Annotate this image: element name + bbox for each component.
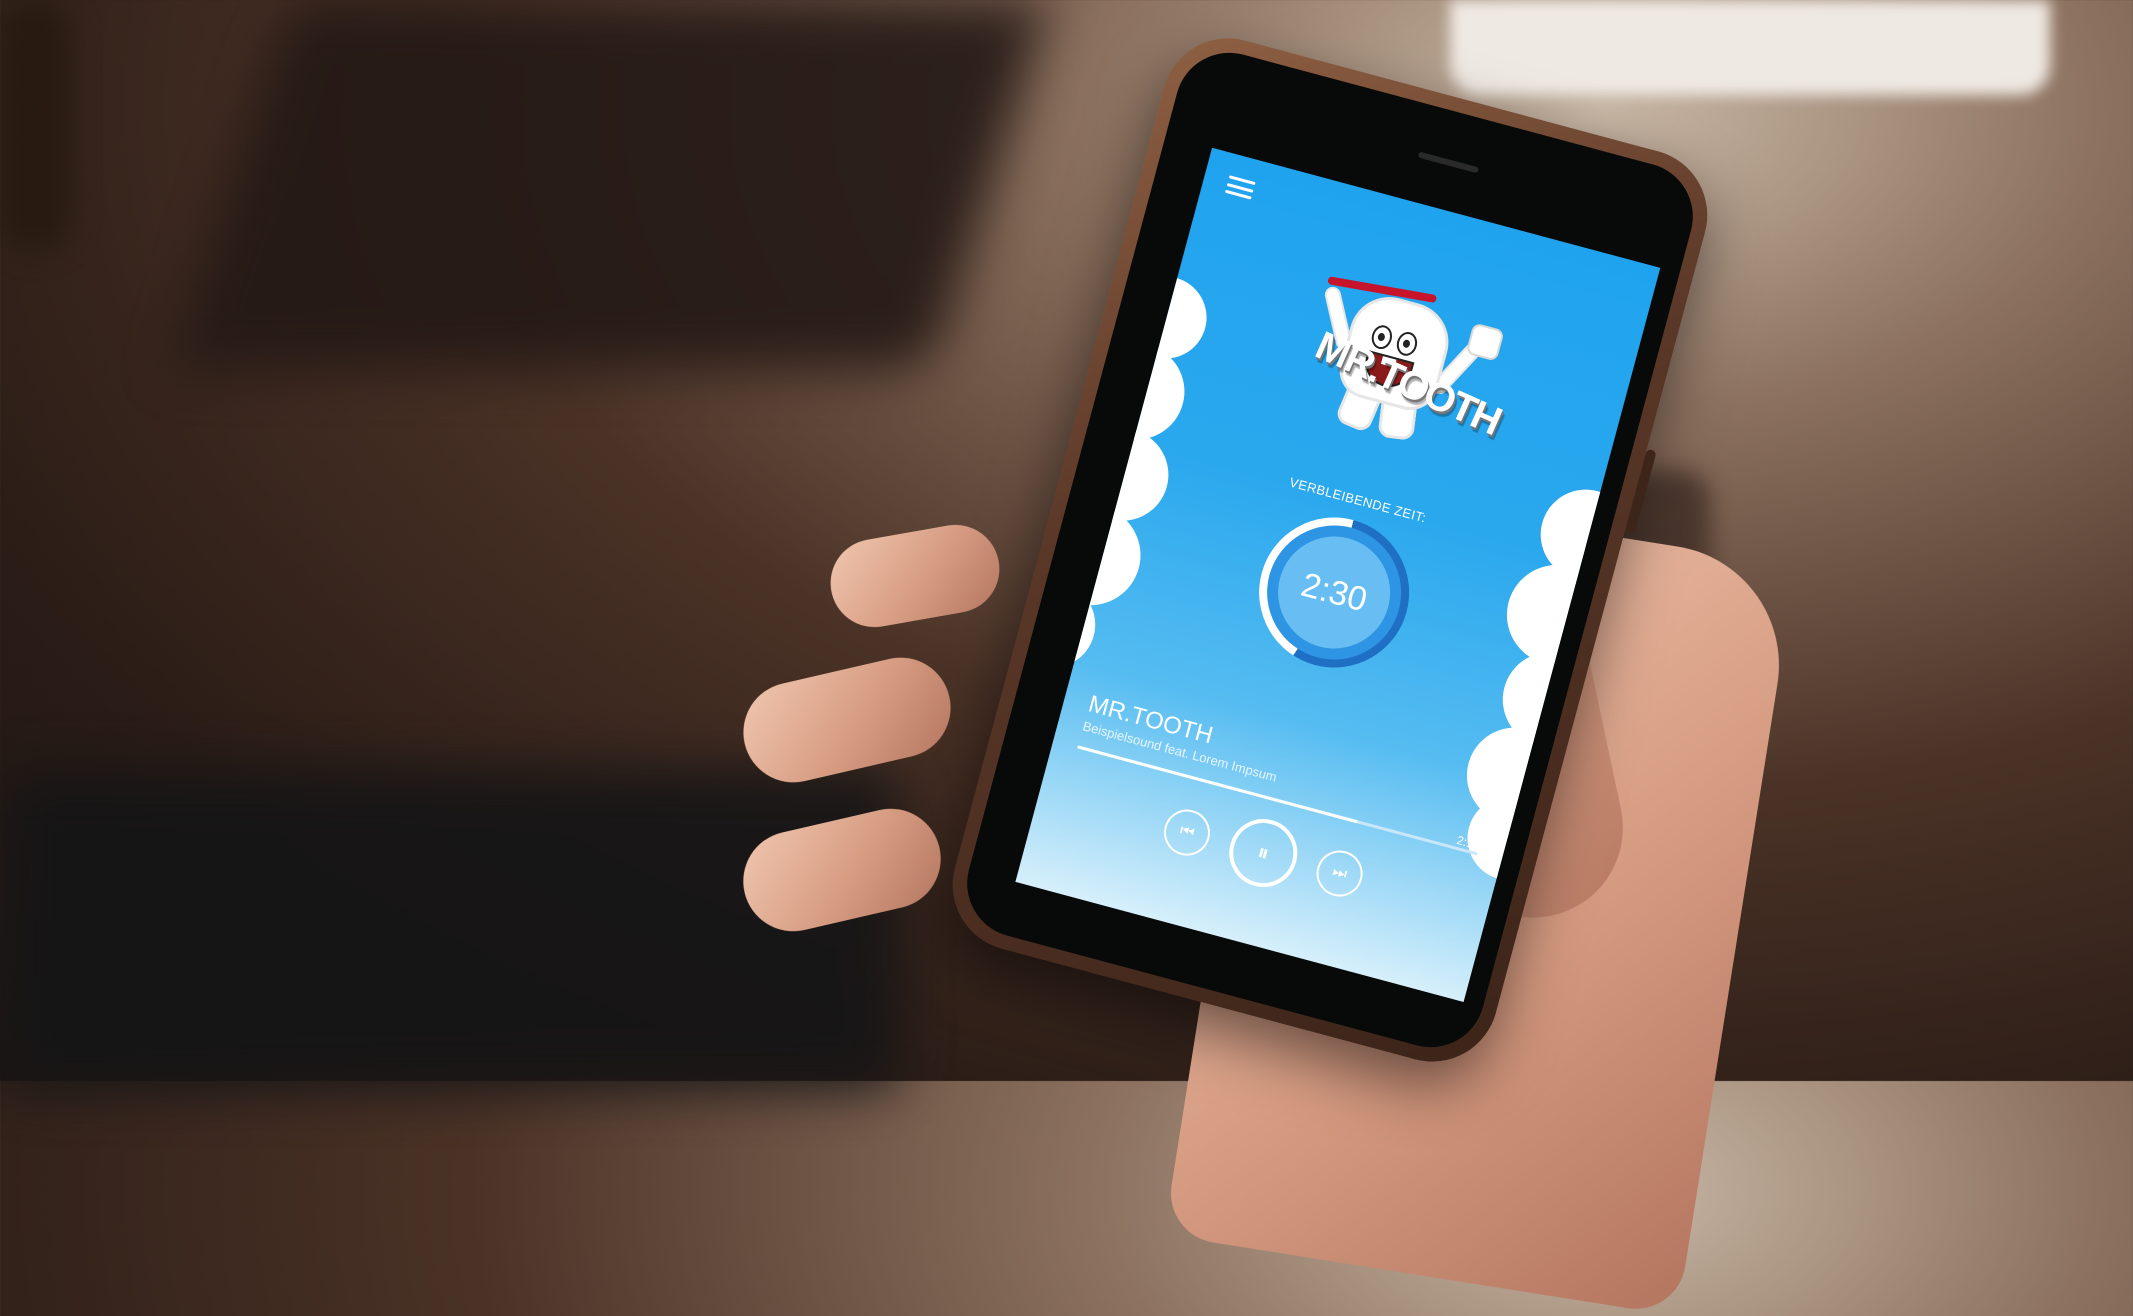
mr-tooth-logo: MR.TOOTH bbox=[1276, 264, 1519, 468]
media-controls: ⏮ ⏸ ⏭ bbox=[1030, 759, 1496, 947]
previous-icon: ⏮ bbox=[1177, 822, 1197, 843]
next-track-button[interactable]: ⏭ bbox=[1311, 845, 1368, 902]
next-icon: ⏭ bbox=[1330, 862, 1349, 884]
blurred-monitor bbox=[1450, 0, 2050, 95]
hand-finger bbox=[733, 647, 961, 793]
photo-background: MR.TOOTH VERBLEIBENDE ZEIT: 2:30 MR.TOOT… bbox=[0, 0, 2133, 1316]
blurred-object bbox=[0, 0, 70, 250]
timer-display: 2:30 bbox=[1297, 565, 1372, 619]
previous-track-button[interactable]: ⏮ bbox=[1158, 804, 1216, 861]
blurred-background-shape bbox=[0, 770, 900, 1090]
hand-finger bbox=[823, 517, 1007, 635]
menu-icon[interactable] bbox=[1224, 175, 1256, 200]
pause-button[interactable]: ⏸ bbox=[1221, 811, 1305, 895]
blurred-background-shape bbox=[169, 0, 1051, 370]
phone-speaker bbox=[1417, 151, 1480, 174]
pause-icon: ⏸ bbox=[1254, 839, 1272, 867]
brushing-timer: 2:30 bbox=[1242, 500, 1426, 685]
left-cloud-decoration bbox=[1015, 240, 1241, 700]
